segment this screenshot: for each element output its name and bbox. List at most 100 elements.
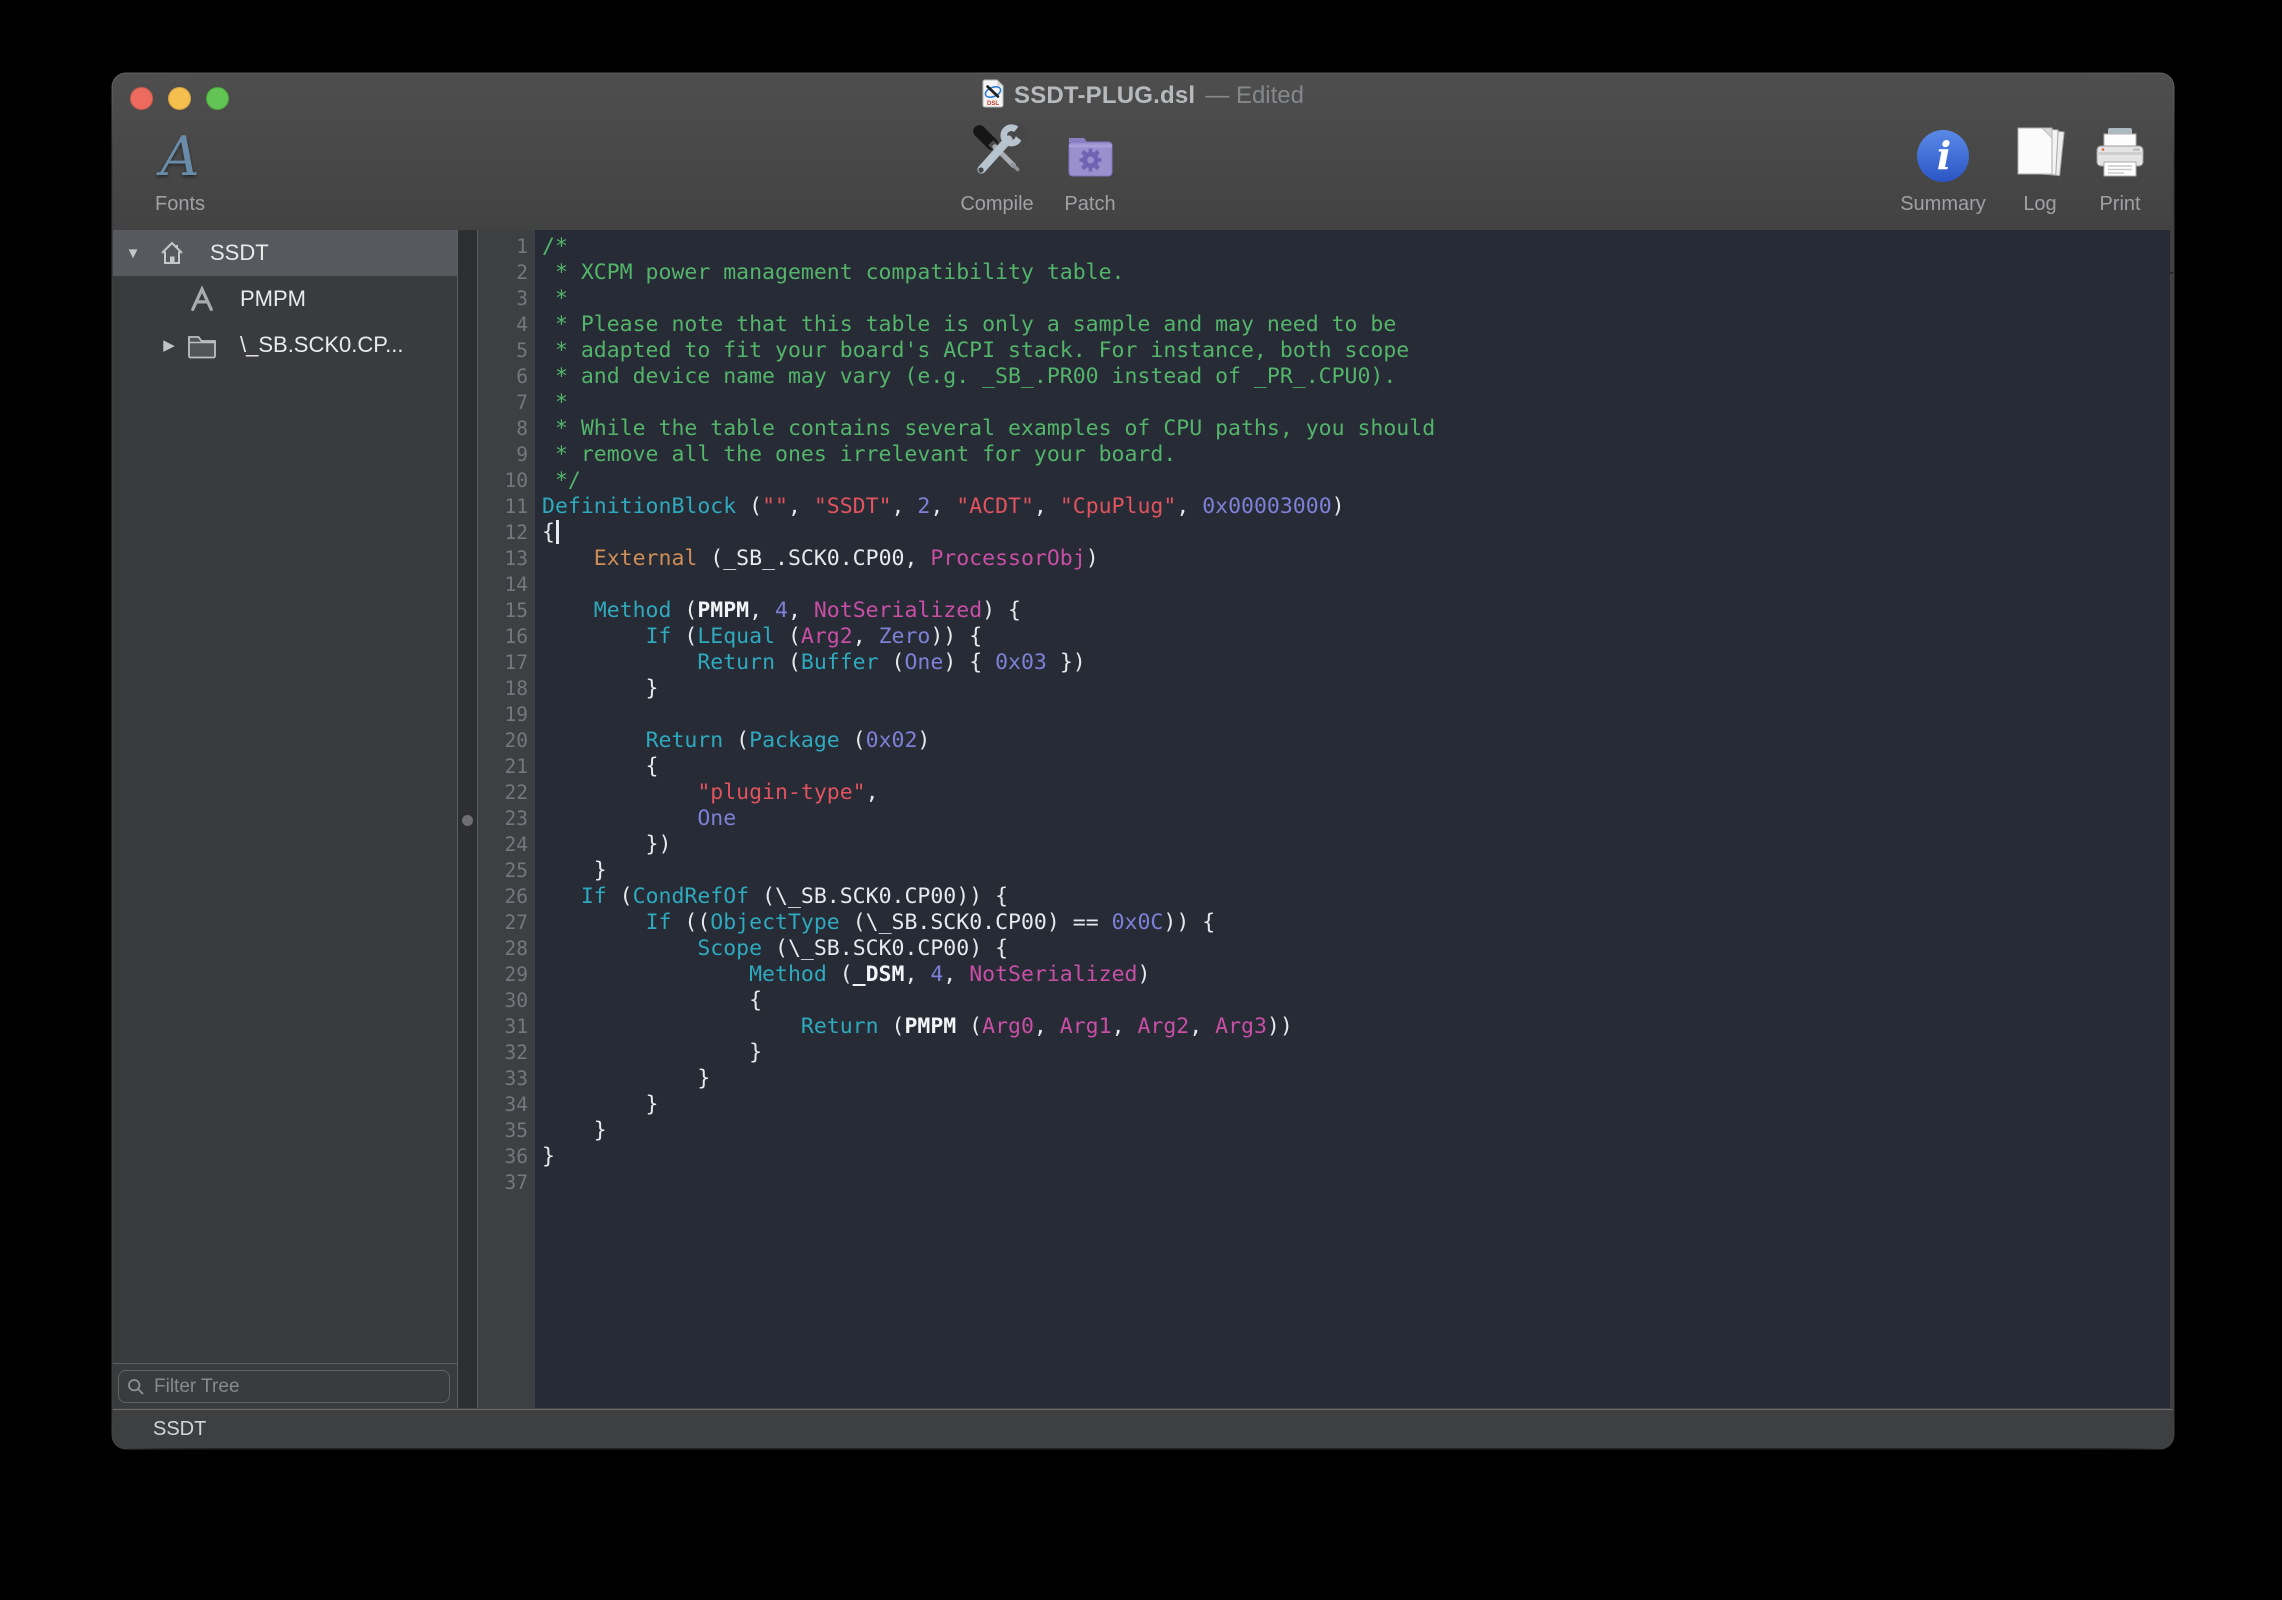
code-line: 14: [478, 572, 2170, 598]
line-number: 8: [478, 416, 535, 442]
splitter[interactable]: [458, 230, 477, 1408]
code-line: 35 }: [478, 1118, 2170, 1144]
document-proxy-icon[interactable]: DSL: [982, 79, 1004, 113]
code-line: 15 Method (PMPM, 4, NotSerialized) {: [478, 598, 2170, 624]
code-line: 7 *: [478, 390, 2170, 416]
code-line: 1/*: [478, 234, 2170, 260]
line-number: 17: [478, 650, 535, 676]
code-line: 29 Method (_DSM, 4, NotSerialized): [478, 962, 2170, 988]
fonts-button[interactable]: A Fonts: [125, 122, 235, 215]
line-number: 4: [478, 312, 535, 338]
line-number: 28: [478, 936, 535, 962]
line-number: 36: [478, 1144, 535, 1170]
code-line: 37: [478, 1170, 2170, 1196]
summary-button[interactable]: i Summary: [1893, 122, 1993, 215]
line-number: 13: [478, 546, 535, 572]
line-number: 24: [478, 832, 535, 858]
code-line: 32 }: [478, 1040, 2170, 1066]
code-line: 22 "plugin-type",: [478, 780, 2170, 806]
tree-row--sb-sck0-cp-[interactable]: ▶ \_SB.SCK0.CP...: [113, 322, 457, 368]
code-line: 27 If ((ObjectType (\_SB.SCK0.CP00) == 0…: [478, 910, 2170, 936]
log-pages-icon: [2012, 122, 2068, 184]
line-number: 15: [478, 598, 535, 624]
status-path: SSDT: [113, 1418, 206, 1441]
code-line: 3 *: [478, 286, 2170, 312]
tree-row-pmpm[interactable]: PMPM: [113, 276, 457, 322]
titlebar[interactable]: DSL SSDT-PLUG.dsl — Edited: [113, 74, 2173, 118]
code-line: 25 }: [478, 858, 2170, 884]
compile-icon: [966, 122, 1028, 184]
line-number: 32: [478, 1040, 535, 1066]
code-line: 12{: [478, 520, 2170, 546]
code-line: 24 }): [478, 832, 2170, 858]
patch-button[interactable]: Patch: [1045, 122, 1135, 215]
line-number: 27: [478, 910, 535, 936]
code-line: 23 One: [478, 806, 2170, 832]
line-number: 19: [478, 702, 535, 728]
line-number: 20: [478, 728, 535, 754]
line-number: 31: [478, 1014, 535, 1040]
sidebar-tree: ▼ SSDT PMPM ▶ \_SB.SCK0.CP...: [113, 230, 457, 1364]
code-line: 8 * While the table contains several exa…: [478, 416, 2170, 442]
code-line: 30 {: [478, 988, 2170, 1014]
fonts-icon: A: [161, 130, 200, 184]
line-number: 6: [478, 364, 535, 390]
code-line: 9 * remove all the ones irrelevant for y…: [478, 442, 2170, 468]
code-line: 16 If (LEqual (Arg2, Zero)) {: [478, 624, 2170, 650]
disclosure-open-icon[interactable]: ▼: [124, 245, 142, 262]
filter-tree-field[interactable]: [118, 1370, 450, 1403]
code-line: 28 Scope (\_SB.SCK0.CP00) {: [478, 936, 2170, 962]
tree-row-ssdt[interactable]: ▼ SSDT: [113, 230, 457, 276]
home-icon: [156, 237, 188, 269]
log-button[interactable]: Log: [2000, 122, 2080, 215]
tools-icon: [186, 283, 218, 315]
tree-label: SSDT: [210, 240, 269, 266]
code-line: 18 }: [478, 676, 2170, 702]
line-number: 37: [478, 1170, 535, 1196]
line-number: 21: [478, 754, 535, 780]
code-line: 5 * adapted to fit your board's ACPI sta…: [478, 338, 2170, 364]
code-line: 6 * and device name may vary (e.g. _SB_.…: [478, 364, 2170, 390]
line-number: 11: [478, 494, 535, 520]
svg-text:DSL: DSL: [987, 101, 999, 107]
search-icon: [127, 1378, 145, 1396]
content-area: ▼ SSDT PMPM ▶ \_SB.SCK0.CP... 1/*2 * XCPM…: [113, 230, 2173, 1408]
code-line: 33 }: [478, 1066, 2170, 1092]
svg-text:i: i: [1937, 133, 1951, 178]
code-lines: 1/*2 * XCPM power management compatibili…: [478, 234, 2170, 1196]
splitter-knob[interactable]: [462, 815, 473, 826]
line-number: 30: [478, 988, 535, 1014]
code-line: 11DefinitionBlock ("", "SSDT", 2, "ACDT"…: [478, 494, 2170, 520]
line-number: 5: [478, 338, 535, 364]
line-number: 10: [478, 468, 535, 494]
status-bar: SSDT: [113, 1409, 2173, 1448]
patch-icon: [1060, 122, 1120, 184]
disclosure-closed-icon[interactable]: ▶: [160, 336, 178, 354]
print-button[interactable]: Print: [2080, 122, 2160, 215]
code-line: 21 {: [478, 754, 2170, 780]
code-line: 19: [478, 702, 2170, 728]
text-caret: [556, 520, 559, 544]
summary-info-icon: i: [1915, 122, 1971, 184]
line-number: 34: [478, 1092, 535, 1118]
code-line: 36}: [478, 1144, 2170, 1170]
line-number: 2: [478, 260, 535, 286]
line-number: 29: [478, 962, 535, 988]
line-number: 16: [478, 624, 535, 650]
code-editor[interactable]: 1/*2 * XCPM power management compatibili…: [477, 230, 2170, 1408]
tree-label: PMPM: [240, 286, 306, 312]
sidebar: ▼ SSDT PMPM ▶ \_SB.SCK0.CP...: [113, 230, 458, 1408]
window-title: SSDT-PLUG.dsl: [1014, 82, 1195, 110]
code-line: 10 */: [478, 468, 2170, 494]
line-number: 35: [478, 1118, 535, 1144]
code-line: 4 * Please note that this table is only …: [478, 312, 2170, 338]
line-number: 1: [478, 234, 535, 260]
window-title-edited: — Edited: [1205, 82, 1304, 110]
line-number: 26: [478, 884, 535, 910]
filter-tree-input[interactable]: [152, 1375, 441, 1399]
code-line: 2 * XCPM power management compatibility …: [478, 260, 2170, 286]
compile-button[interactable]: Compile: [952, 122, 1042, 215]
line-number: 9: [478, 442, 535, 468]
line-number: 18: [478, 676, 535, 702]
code-line: 17 Return (Buffer (One) { 0x03 }): [478, 650, 2170, 676]
